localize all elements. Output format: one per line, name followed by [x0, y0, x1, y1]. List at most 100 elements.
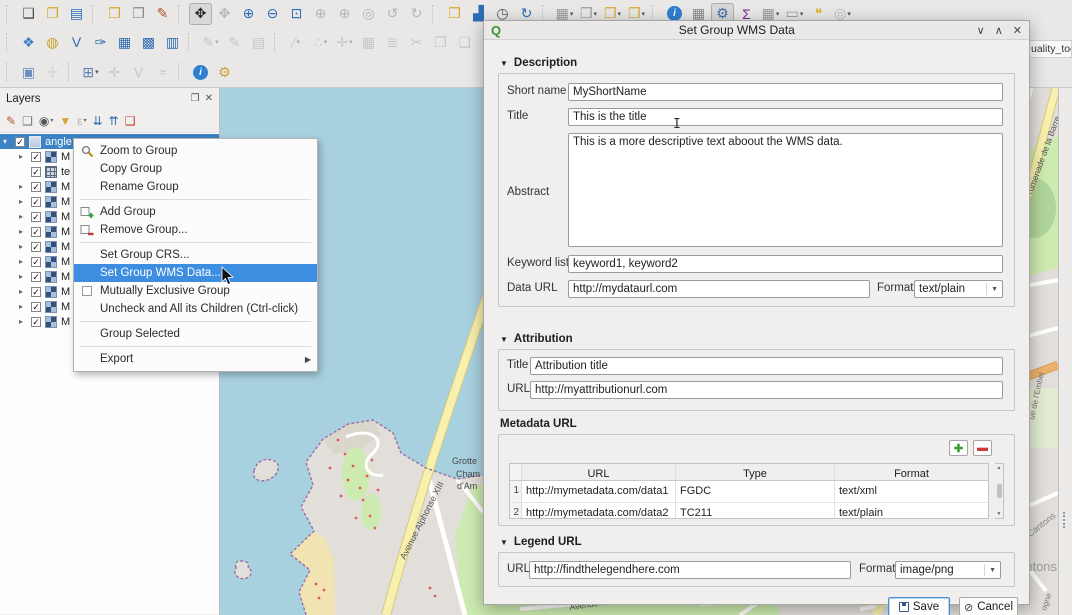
- table-row[interactable]: 2http://mymetadata.com/data2TC211text/pl…: [510, 503, 988, 519]
- layer-checkbox[interactable]: ✓: [15, 137, 25, 147]
- vertex-tool-icon[interactable]: ✛▾: [333, 31, 356, 53]
- open-project-icon[interactable]: ❐: [41, 3, 64, 25]
- zoom-native-icon[interactable]: ◎: [357, 3, 380, 25]
- short-name-input[interactable]: [568, 83, 1003, 101]
- layout-manager-icon[interactable]: ❒: [127, 3, 150, 25]
- add-ogc-layer-icon[interactable]: ◍: [41, 31, 64, 53]
- layer-checkbox[interactable]: ✓: [31, 167, 41, 177]
- cut-features-icon[interactable]: ✂: [405, 31, 428, 53]
- new-project-icon[interactable]: ❏: [17, 3, 40, 25]
- filter-expression-icon[interactable]: ε▾: [77, 114, 86, 128]
- zoom-next-icon[interactable]: ↻: [405, 3, 428, 25]
- description-section-header[interactable]: ▼ Description: [500, 57, 577, 69]
- layer-styling-icon[interactable]: ✎: [6, 114, 16, 128]
- layer-checkbox[interactable]: ✓: [31, 287, 41, 297]
- title-input[interactable]: [568, 108, 1003, 126]
- dialog-titlebar[interactable]: Q Set Group WMS Data ∨ ∧ ✕: [484, 21, 1029, 40]
- identify-features-icon[interactable]: i: [189, 61, 212, 83]
- add-virtual-layer-icon[interactable]: ▥: [161, 31, 184, 53]
- dialog-shade-icon[interactable]: ∨: [977, 24, 985, 37]
- collapse-all-icon[interactable]: ⇈: [109, 114, 119, 128]
- zoom-full-icon[interactable]: ⊡: [285, 3, 308, 25]
- add-group-icon[interactable]: ❑: [22, 114, 33, 128]
- add-mesh-layer-icon[interactable]: ▦: [113, 31, 136, 53]
- expand-all-icon[interactable]: ⇊: [93, 114, 103, 128]
- delete-selected-icon[interactable]: ≣: [381, 31, 404, 53]
- vertex-editor-icon[interactable]: V: [127, 61, 150, 83]
- move-feature-icon[interactable]: ▣: [17, 61, 40, 83]
- zoom-to-selection-icon[interactable]: ⊕: [309, 3, 332, 25]
- layer-checkbox[interactable]: ✓: [31, 317, 41, 327]
- expand-arrow-icon[interactable]: ▸: [19, 287, 27, 296]
- new-map-view-icon[interactable]: ❒: [443, 3, 466, 25]
- dialog-unshade-icon[interactable]: ∧: [995, 24, 1003, 37]
- layer-checkbox[interactable]: ✓: [31, 197, 41, 207]
- legend-url-section-header[interactable]: ▼ Legend URL: [500, 536, 582, 548]
- data-source-manager-icon[interactable]: ❖: [17, 31, 40, 53]
- save-button[interactable]: Save: [888, 597, 950, 615]
- panel-close-icon[interactable]: ✕: [205, 93, 213, 104]
- abstract-textarea[interactable]: This is a more descriptive text aboout t…: [568, 133, 1003, 247]
- layer-checkbox[interactable]: ✓: [31, 182, 41, 192]
- menu-item-add-group[interactable]: Add Group: [74, 203, 317, 221]
- zoom-in-icon[interactable]: ⊕: [237, 3, 260, 25]
- add-grid-layer-icon[interactable]: ▩: [137, 31, 160, 53]
- menu-item-uncheck-and-all-its-children-ctrl-click[interactable]: Uncheck and All its Children (Ctrl-click…: [74, 300, 317, 318]
- layer-checkbox[interactable]: ✓: [31, 227, 41, 237]
- digitize-points-icon[interactable]: ∴▾: [309, 31, 332, 53]
- new-print-layout-icon[interactable]: ❒: [103, 3, 126, 25]
- paste-features-icon[interactable]: ❏: [453, 31, 476, 53]
- pan-to-selection-icon[interactable]: ✥: [213, 3, 236, 25]
- metadata-table-scrollbar[interactable]: ▲ ▼: [995, 463, 1004, 519]
- save-project-icon[interactable]: ▤: [65, 3, 88, 25]
- expand-arrow-icon[interactable]: ▾: [3, 137, 11, 146]
- current-edits-icon[interactable]: ✎▾: [199, 31, 222, 53]
- modify-attributes-icon[interactable]: ▦: [357, 31, 380, 53]
- scrollbar-thumb[interactable]: [997, 484, 1002, 498]
- copy-features-icon[interactable]: ❐: [429, 31, 452, 53]
- expand-arrow-icon[interactable]: ▸: [19, 227, 27, 236]
- menu-item-rename-group[interactable]: Rename Group: [74, 178, 317, 196]
- add-ring-icon[interactable]: ✛: [103, 61, 126, 83]
- project-properties-wrench-icon[interactable]: ⚙: [213, 61, 236, 83]
- menu-item-export[interactable]: Export▶: [74, 350, 317, 368]
- add-vector-layer-icon[interactable]: V: [65, 31, 88, 53]
- menu-item-copy-group[interactable]: Copy Group: [74, 160, 317, 178]
- save-edits-icon[interactable]: ▤: [247, 31, 270, 53]
- metadata-add-row-button[interactable]: ✚: [949, 440, 968, 456]
- layer-checkbox[interactable]: ✓: [31, 257, 41, 267]
- add-raster-layer-icon[interactable]: ✑: [89, 31, 112, 53]
- filter-legend-icon[interactable]: ▼: [59, 114, 71, 128]
- scroll-down-icon[interactable]: ▼: [997, 511, 1002, 517]
- expand-arrow-icon[interactable]: ▸: [19, 152, 27, 161]
- zoom-to-layer-icon[interactable]: ⊕: [333, 3, 356, 25]
- digitize-line-icon[interactable]: ∕▾: [285, 31, 308, 53]
- pan-map-icon[interactable]: ✥: [189, 3, 212, 25]
- cancel-button[interactable]: ⊘ Cancel: [959, 597, 1018, 615]
- legend-url-input[interactable]: [529, 561, 851, 579]
- style-manager-icon[interactable]: ✎: [151, 3, 174, 25]
- zoom-out-icon[interactable]: ⊖: [261, 3, 284, 25]
- expand-arrow-icon[interactable]: ▸: [19, 272, 27, 281]
- expand-arrow-icon[interactable]: ▸: [19, 257, 27, 266]
- pan-to-feature-icon[interactable]: ✛: [41, 61, 64, 83]
- layer-checkbox[interactable]: ✓: [31, 242, 41, 252]
- layer-checkbox[interactable]: ✓: [31, 152, 41, 162]
- panel-float-icon[interactable]: ❐: [191, 93, 200, 104]
- table-row[interactable]: 1http://mymetadata.com/data1FGDCtext/xml: [510, 481, 988, 503]
- expand-arrow-icon[interactable]: ▸: [19, 197, 27, 206]
- expand-arrow-icon[interactable]: ▸: [19, 317, 27, 326]
- legend-format-select[interactable]: image/png ▼: [895, 561, 1001, 579]
- expand-arrow-icon[interactable]: ▸: [19, 242, 27, 251]
- panel-resize-grip[interactable]: [1063, 512, 1067, 528]
- right-panel-tab[interactable]: uality_tools: [1028, 40, 1072, 58]
- attribution-title-input[interactable]: [530, 357, 1003, 375]
- scroll-up-icon[interactable]: ▲: [997, 465, 1002, 471]
- menu-item-set-group-crs[interactable]: Set Group CRS...: [74, 246, 317, 264]
- dialog-close-icon[interactable]: ✕: [1013, 24, 1022, 37]
- layer-checkbox[interactable]: ✓: [31, 272, 41, 282]
- zoom-last-icon[interactable]: ↺: [381, 3, 404, 25]
- menu-checkbox[interactable]: [82, 286, 92, 296]
- menu-item-group-selected[interactable]: Group Selected: [74, 325, 317, 343]
- expand-arrow-icon[interactable]: ▸: [19, 212, 27, 221]
